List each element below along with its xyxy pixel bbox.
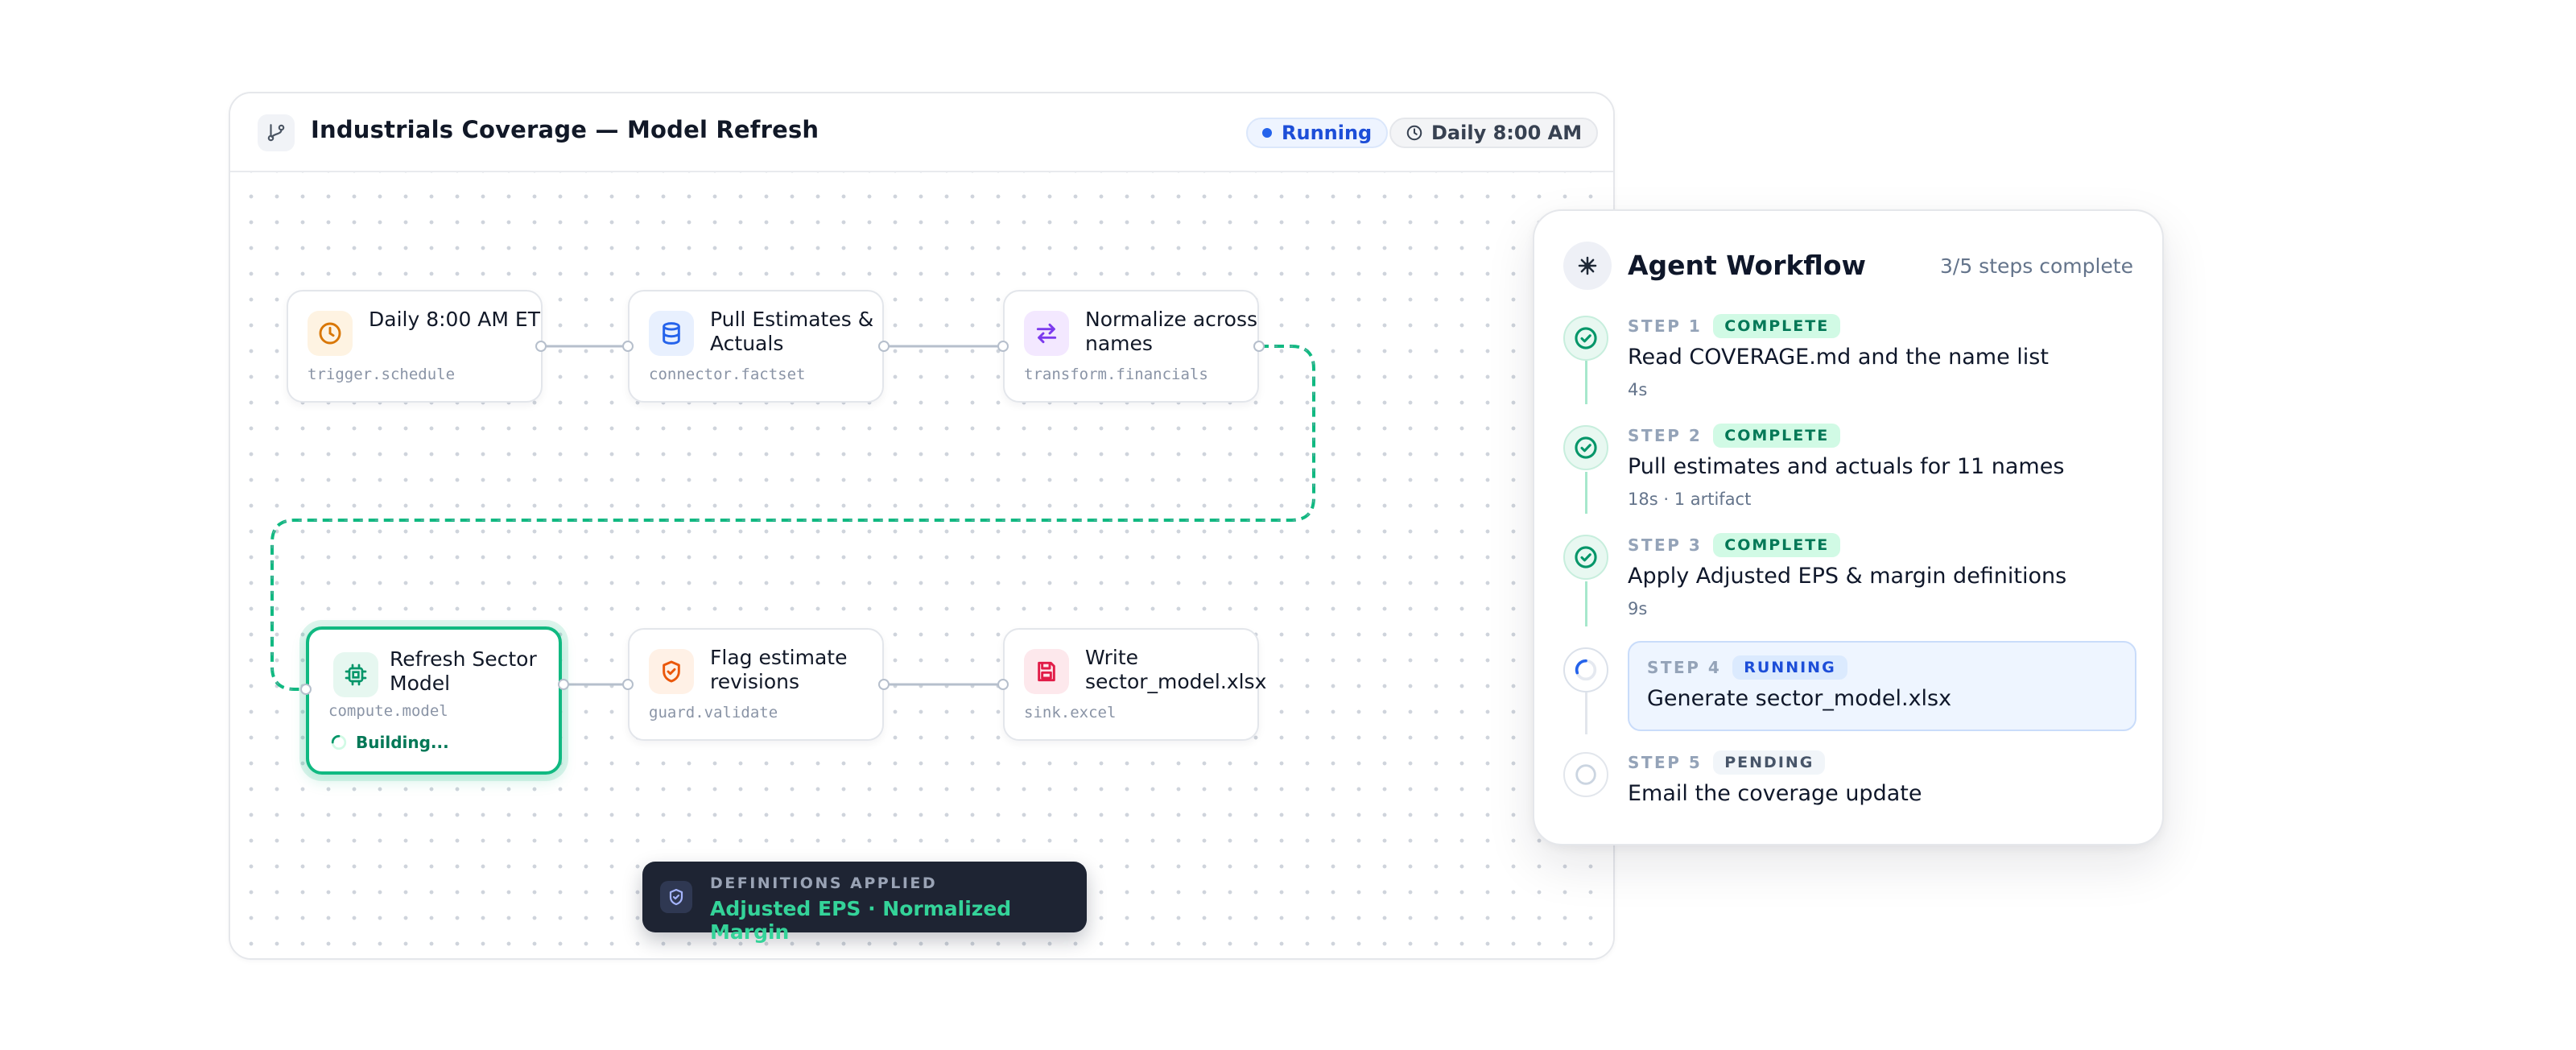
agent-workflow-panel: Agent Workflow 3/5 steps complete STEP 1… [1533,209,2164,845]
step-text: Pull estimates and actuals for 11 names [1628,454,2065,479]
step-status-badge: COMPLETE [1713,533,1841,557]
step-number: STEP 2 [1628,426,1703,445]
steps-progress: 3/5 steps complete [1939,254,2133,278]
node-port[interactable] [1253,341,1265,352]
step-number: STEP 4 [1647,658,1722,677]
node-title: Flag estimate revisions [710,646,848,693]
status-badge: Running [1246,118,1389,148]
node-status-label: Building... [356,733,449,752]
canvas-header: Industrials Coverage — Model Refresh Run… [230,93,1613,172]
node-type: compute.model [328,702,448,720]
git-branch-icon [258,114,295,151]
step-status-badge: RUNNING [1732,655,1847,680]
step-status-badge: PENDING [1713,750,1826,775]
step-status-badge: COMPLETE [1713,314,1841,338]
agent-icon [1563,242,1612,290]
schedule-badge[interactable]: Daily 8:00 AM [1389,118,1599,148]
node-compute-model[interactable]: Refresh Sector Model compute.model Build… [306,626,562,775]
node-port[interactable] [558,679,569,690]
node-title: Pull Estimates & Actuals [710,308,874,355]
step-meta: 4s [1628,380,1648,399]
clock-icon [1406,125,1422,141]
node-port[interactable] [622,679,634,690]
node-transform-financials[interactable]: Normalize across names transform.financi… [1003,290,1259,403]
node-type: guard.validate [649,704,778,721]
node-sink-excel[interactable]: Write sector_model.xlsx sink.excel [1003,628,1267,741]
arrows-swap-icon [1024,311,1069,356]
node-type: transform.financials [1024,366,1208,383]
node-status: Building... [330,733,449,752]
step-meta: 9s [1628,599,1648,618]
page-title: Industrials Coverage — Model Refresh [311,116,819,143]
node-title: Normalize across names [1085,308,1257,355]
step-connector [1585,361,1587,404]
step-connector [1585,581,1587,626]
spinner-icon [1563,647,1608,692]
node-connector-factset[interactable]: Pull Estimates & Actuals connector.facts… [628,290,884,403]
node-guard-validate[interactable]: Flag estimate revisions guard.validate [628,628,884,741]
node-port[interactable] [535,341,547,352]
check-circle-icon [1563,316,1608,361]
definitions-toast: DEFINITIONS APPLIED Adjusted EPS · Norma… [642,862,1087,944]
node-port[interactable] [622,341,634,352]
shield-check-icon [649,649,694,694]
step-meta: 18s · 1 artifact [1628,490,1752,509]
empty-circle-icon [1563,752,1608,797]
node-port[interactable] [997,341,1009,352]
save-disk-icon [1024,649,1069,694]
step-number: STEP 5 [1628,753,1703,772]
database-icon [649,311,694,356]
node-port[interactable] [997,679,1009,690]
node-type: connector.factset [649,366,806,383]
node-port[interactable] [878,679,890,690]
node-port[interactable] [300,684,312,695]
node-type: sink.excel [1024,704,1117,721]
check-circle-icon [1563,425,1608,470]
step-text: Apply Adjusted EPS & margin definitions [1628,564,2067,589]
definitions-value: Adjusted EPS · Normalized Margin [710,897,1012,944]
node-title: Write sector_model.xlsx [1085,646,1267,693]
step-connector [1585,472,1587,514]
status-dot [1262,128,1272,138]
shield-icon [660,881,692,913]
schedule-label: Daily 8:00 AM [1431,122,1583,144]
node-title: Refresh Sector Model [390,647,537,695]
step-connector [1585,692,1587,734]
definitions-label: DEFINITIONS APPLIED [710,874,938,892]
step-number: STEP 1 [1628,316,1703,336]
status-label: Running [1282,122,1373,144]
step-number: STEP 3 [1628,535,1703,555]
clock-icon [308,311,353,356]
node-port[interactable] [878,341,890,352]
node-trigger-schedule[interactable]: Daily 8:00 AM ET trigger.schedule [287,290,543,403]
spinner-icon [331,734,347,750]
node-title: Daily 8:00 AM ET [369,308,540,331]
cpu-chip-icon [333,652,378,697]
check-circle-icon [1563,535,1608,580]
step-text: Read COVERAGE.md and the name list [1628,345,2049,370]
step-text: Email the coverage update [1628,781,1922,806]
panel-title: Agent Workflow [1628,250,1867,281]
workflow-canvas: Industrials Coverage — Model Refresh Run… [229,92,1615,960]
step-text: Generate sector_model.xlsx [1647,686,1952,711]
step-status-badge: COMPLETE [1713,424,1841,448]
node-type: trigger.schedule [308,366,456,383]
